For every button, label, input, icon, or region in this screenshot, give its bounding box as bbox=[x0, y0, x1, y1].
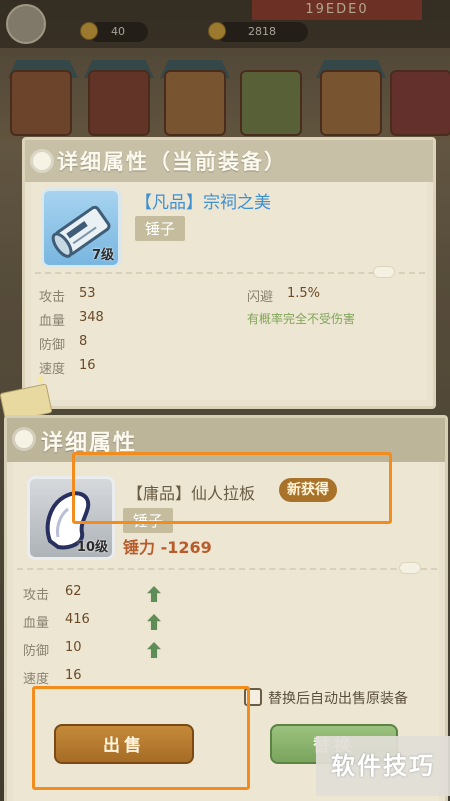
stat-value-speed: 16 bbox=[79, 358, 96, 373]
stat-value-speed: 16 bbox=[65, 668, 82, 683]
highlight-box-sell-button bbox=[32, 686, 250, 790]
stat-label-speed: 速度 bbox=[23, 672, 50, 687]
stat-label-attack: 攻击 bbox=[23, 588, 50, 603]
dodge-value: 1.5% bbox=[287, 286, 321, 301]
cloud-ornament-icon bbox=[399, 562, 421, 574]
current-panel-header: 详细属性（当前装备） bbox=[25, 140, 433, 182]
divider bbox=[35, 272, 425, 274]
auto-sell-label[interactable]: 替换后自动出售原装备 bbox=[268, 688, 408, 708]
flower-icon bbox=[33, 152, 51, 170]
highlight-box-item-name bbox=[72, 452, 392, 524]
new-item-level: 10级 bbox=[76, 540, 108, 555]
current-item-name: 【凡品】宗祠之美 bbox=[135, 193, 271, 213]
stat-value-hp: 416 bbox=[65, 612, 90, 627]
stat-label-attack: 攻击 bbox=[39, 290, 66, 305]
cloud-ornament-icon bbox=[373, 266, 395, 278]
current-item-type-tag: 锤子 bbox=[135, 216, 186, 241]
current-equipment-panel: 详细属性（当前装备） 7级 【凡品】宗祠之美 锤子 攻击 53 血量 348 防… bbox=[22, 137, 436, 409]
current-item-slot[interactable]: 7级 bbox=[41, 188, 121, 268]
stat-value-defense: 8 bbox=[79, 334, 88, 349]
stat-value-defense: 10 bbox=[65, 640, 82, 655]
stat-label-defense: 防御 bbox=[39, 338, 66, 353]
sparkle-icon: ✦ bbox=[34, 370, 48, 389]
power-change: 锤力 -1269 bbox=[123, 538, 212, 557]
current-item-level: 7级 bbox=[91, 248, 114, 263]
current-panel-title: 详细属性（当前装备） bbox=[57, 150, 287, 174]
stat-label-hp: 血量 bbox=[39, 314, 66, 329]
stat-value-attack: 62 bbox=[65, 584, 82, 599]
flower-icon bbox=[15, 430, 33, 448]
stat-value-hp: 348 bbox=[79, 310, 104, 325]
dodge-label: 闪避 bbox=[247, 290, 274, 305]
stat-label-defense: 防御 bbox=[23, 644, 50, 659]
dodge-description: 有概率完全不受伤害 bbox=[247, 312, 356, 326]
stat-value-attack: 53 bbox=[79, 286, 96, 301]
watermark: 软件技巧 bbox=[316, 736, 450, 796]
stat-label-hp: 血量 bbox=[23, 616, 50, 631]
divider bbox=[17, 568, 437, 570]
